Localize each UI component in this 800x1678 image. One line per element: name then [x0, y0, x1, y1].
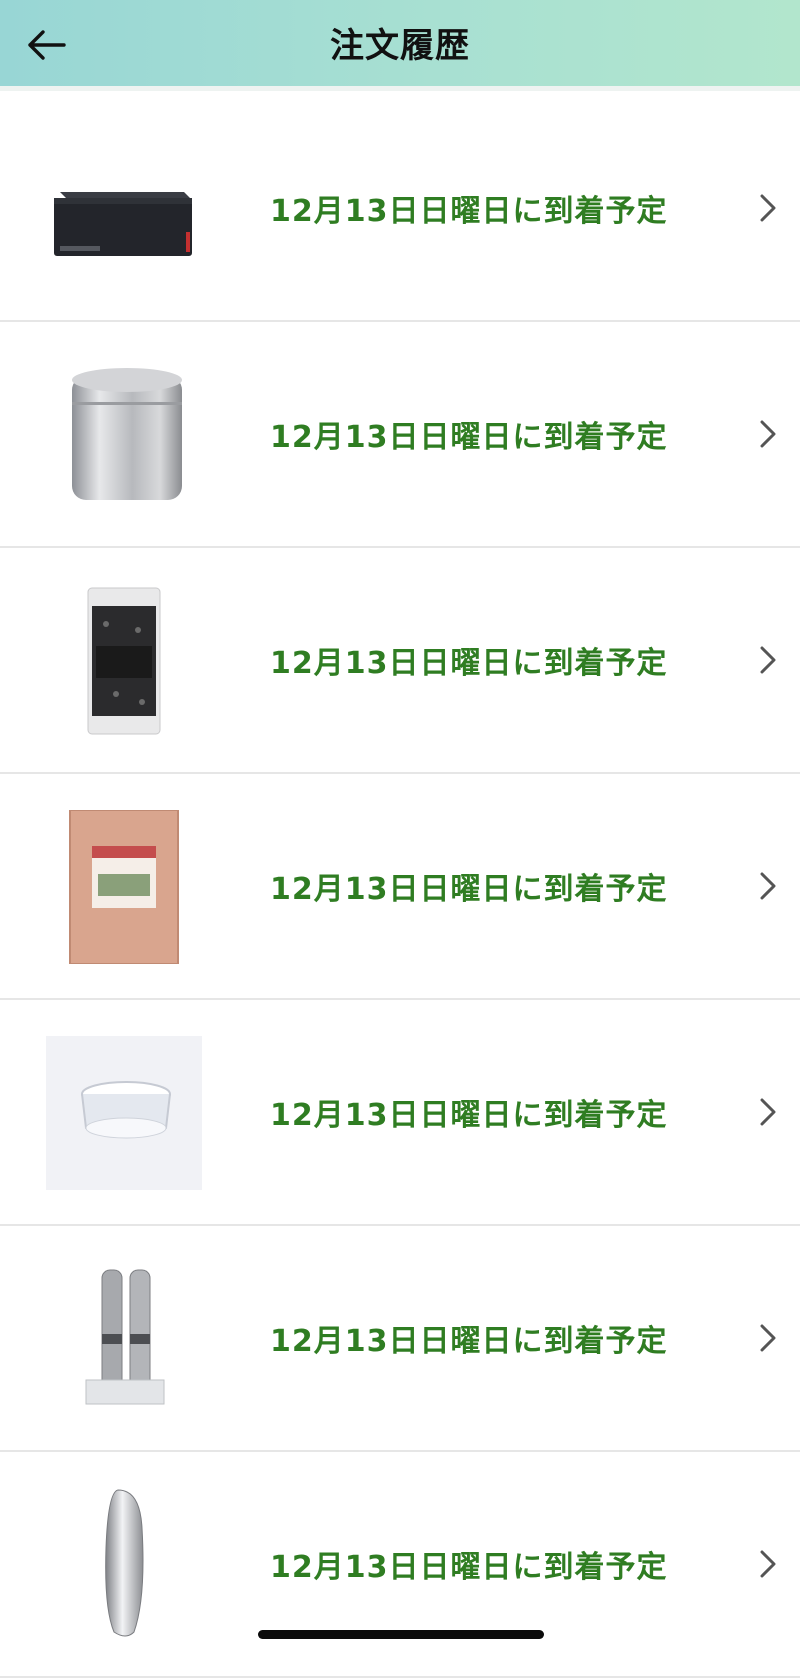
- external-hdd-image: [46, 132, 202, 286]
- order-row[interactable]: 12月13日日曜日に到着予定: [0, 1226, 800, 1452]
- page-title: 注文履歴: [330, 26, 470, 66]
- metal-spoon-image: [46, 1488, 202, 1642]
- chevron-right-icon: [754, 868, 782, 904]
- home-indicator[interactable]: [258, 1630, 544, 1639]
- glass-dish-image: [46, 1036, 202, 1190]
- order-row[interactable]: 12月13日日曜日に到着予定: [0, 322, 800, 548]
- order-row[interactable]: 12月13日日曜日に到着予定: [0, 1452, 800, 1678]
- delivery-status: 12月13日日曜日に到着予定: [270, 646, 668, 681]
- delivery-status: 12月13日日曜日に到着予定: [270, 1324, 668, 1359]
- order-row[interactable]: 12月13日日曜日に到着予定: [0, 548, 800, 774]
- order-list: 12月13日日曜日に到着予定 12月13日日曜日に到着予定 12月13日日曜日に…: [0, 96, 800, 1678]
- chevron-right-icon: [754, 190, 782, 226]
- chevron-right-icon: [754, 642, 782, 678]
- rose-salt-bag-image: [46, 810, 202, 964]
- black-pepper-pouch-image: [46, 584, 202, 738]
- order-row[interactable]: 12月13日日曜日に到着予定: [0, 774, 800, 1000]
- delivery-status: 12月13日日曜日に到着予定: [270, 1098, 668, 1133]
- chevron-right-icon: [754, 1546, 782, 1582]
- chevron-right-icon: [754, 416, 782, 452]
- order-row[interactable]: 12月13日日曜日に到着予定: [0, 1000, 800, 1226]
- delivery-status: 12月13日日曜日に到着予定: [270, 194, 668, 229]
- delivery-status: 12月13日日曜日に到着予定: [270, 420, 668, 455]
- delivery-status: 12月13日日曜日に到着予定: [270, 872, 668, 907]
- chevron-right-icon: [754, 1094, 782, 1130]
- app-header: 注文履歴: [0, 0, 800, 91]
- pepper-mill-set-image: [46, 1262, 202, 1416]
- steel-canister-image: [46, 358, 202, 512]
- delivery-status: 12月13日日曜日に到着予定: [270, 1550, 668, 1585]
- chevron-right-icon: [754, 1320, 782, 1356]
- order-row[interactable]: 12月13日日曜日に到着予定: [0, 96, 800, 322]
